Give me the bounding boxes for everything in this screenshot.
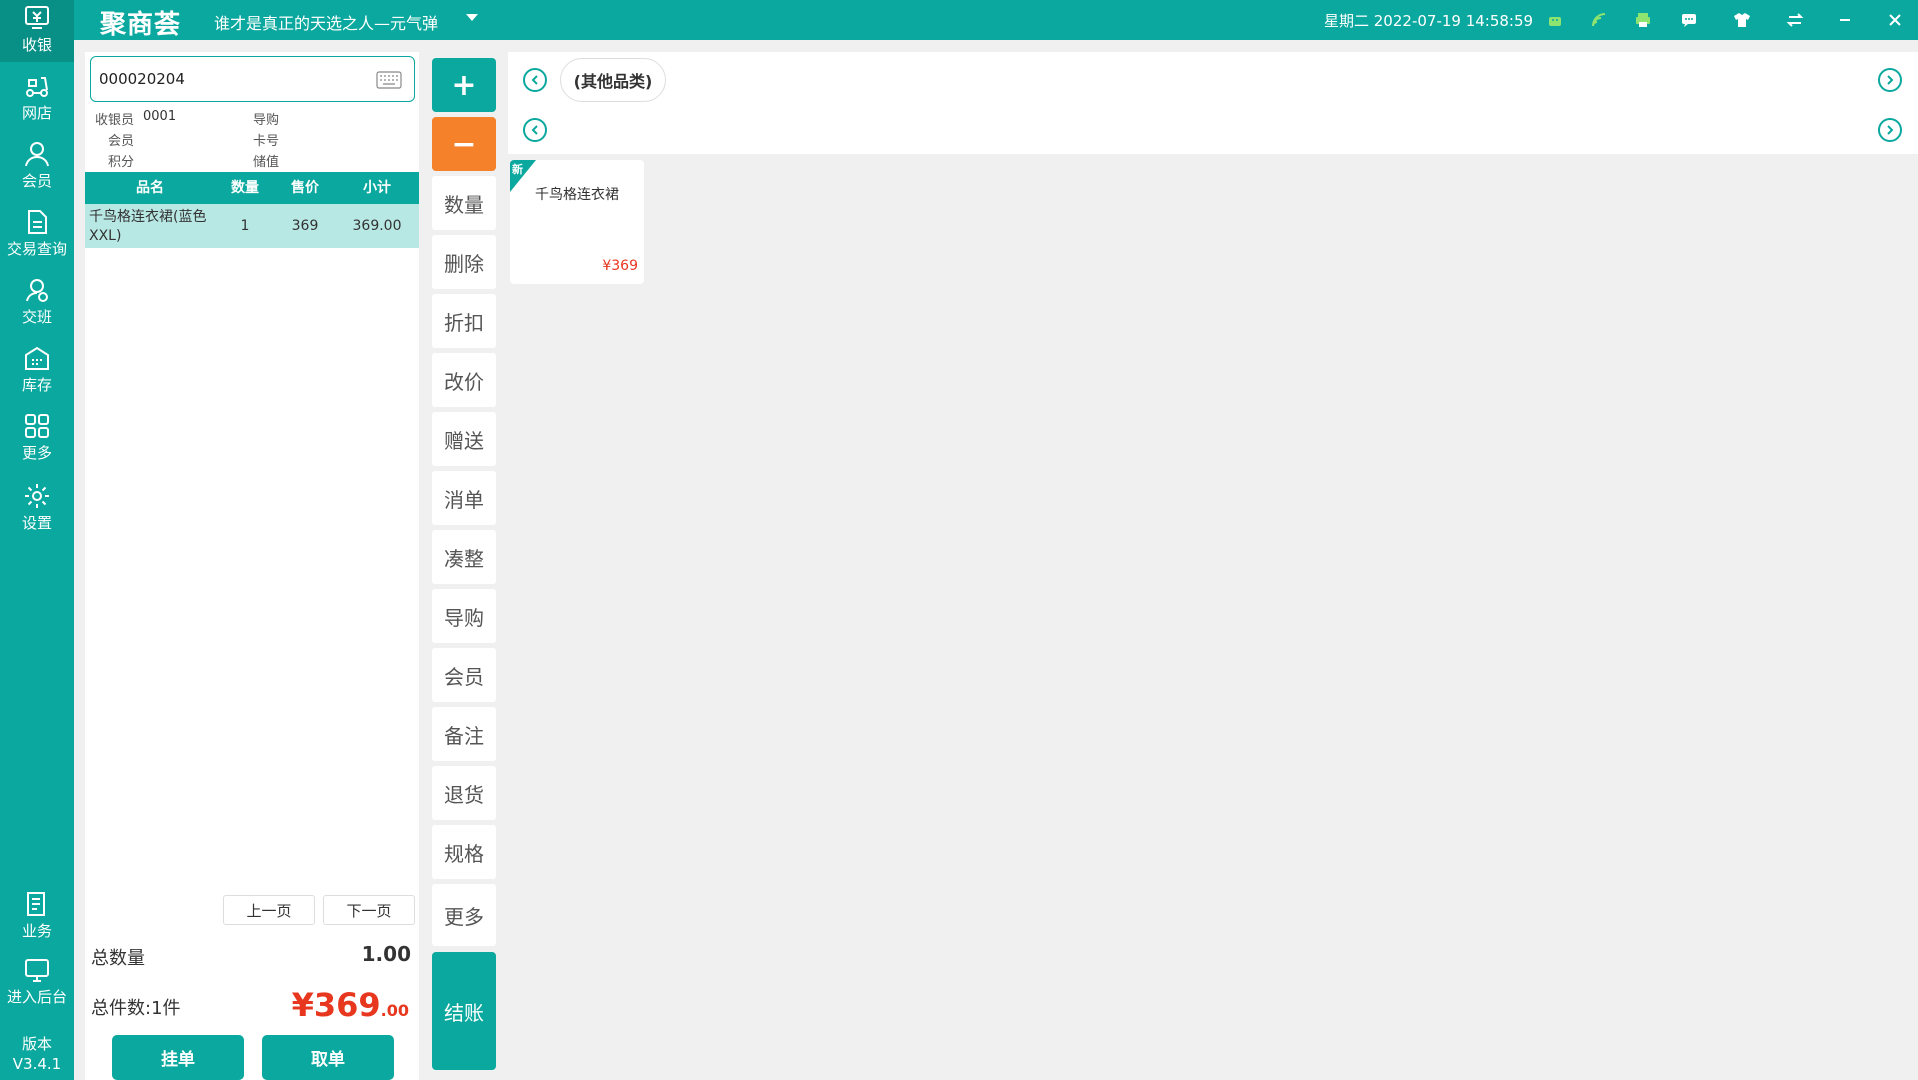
message-icon[interactable] xyxy=(1678,9,1700,31)
category-prev-button[interactable] xyxy=(523,68,547,92)
datetime: 星期二 2022-07-19 14:58:59 xyxy=(1324,12,1534,30)
stored-value-label: 储值 xyxy=(253,155,280,170)
cashier-icon xyxy=(25,6,49,29)
product-name: 千鸟格连衣裙 xyxy=(535,187,619,203)
hold-order-button[interactable]: 挂单 xyxy=(112,1035,244,1080)
document-icon xyxy=(28,210,47,234)
category-bar: (其他品类) xyxy=(508,52,1918,154)
guide-button[interactable]: 导购 xyxy=(432,589,496,643)
slogan-selector[interactable]: 谁才是真正的天选之人—元气弹 xyxy=(214,10,438,34)
minimize-icon[interactable] xyxy=(1834,9,1856,31)
version-info: 版本 V3.4.1 xyxy=(12,1035,62,1073)
warehouse-icon xyxy=(25,346,49,370)
points-label: 积分 xyxy=(108,155,135,170)
col-name: 品名 xyxy=(136,180,164,196)
user-icon xyxy=(25,142,49,167)
left-nav: 收银 网店 会员 交易查询 交班 库存 更多 设置 业务 进入后台 版本 V3.… xyxy=(0,0,74,1080)
col-qty: 数量 xyxy=(231,180,259,196)
next-page-button[interactable]: 下一页 xyxy=(323,895,415,925)
cashier-value: 0001 xyxy=(143,109,177,124)
monitor-icon xyxy=(25,959,49,982)
nav-item-cashier[interactable]: 收银 xyxy=(0,0,74,62)
chevron-right-icon xyxy=(1887,75,1894,85)
nav-item-member[interactable]: 会员 xyxy=(0,140,74,202)
note-button[interactable]: 备注 xyxy=(432,707,496,761)
nav-item-online-store[interactable]: 网店 xyxy=(0,72,74,134)
total-qty-value: 1.00 xyxy=(361,942,411,966)
return-button[interactable]: 退货 xyxy=(432,766,496,820)
app-logo: 聚商荟 xyxy=(100,10,182,40)
total-qty-label: 总数量 xyxy=(91,948,145,969)
gift-button[interactable]: 赠送 xyxy=(432,412,496,466)
card-label: 卡号 xyxy=(253,134,280,149)
col-price: 售价 xyxy=(291,180,319,196)
printer-icon[interactable] xyxy=(1632,9,1654,31)
spec-button[interactable]: 规格 xyxy=(432,825,496,879)
cashier-label: 收银员 xyxy=(95,113,135,128)
row-subtotal: 369.00 xyxy=(352,218,402,234)
nav-item-settings[interactable]: 设置 xyxy=(0,482,74,544)
discount-button[interactable]: 折扣 xyxy=(432,294,496,348)
more-actions-button[interactable]: 更多 xyxy=(432,884,496,946)
prev-page-button[interactable]: 上一页 xyxy=(223,895,315,925)
chevron-down-icon[interactable] xyxy=(466,14,478,21)
subcategory-prev-button[interactable] xyxy=(523,118,547,142)
shift-icon xyxy=(26,279,48,302)
keyboard-icon[interactable] xyxy=(376,71,402,89)
retrieve-order-button[interactable]: 取单 xyxy=(262,1035,394,1080)
qty-button[interactable]: 数量 xyxy=(432,176,496,230)
round-off-button[interactable]: 凑整 xyxy=(432,530,496,584)
product-card[interactable]: 新 千鸟格连衣裙 ¥369 xyxy=(510,160,644,284)
wifi-icon[interactable] xyxy=(1588,9,1610,31)
chevron-right-icon xyxy=(1887,125,1894,135)
category-chip[interactable]: (其他品类) xyxy=(560,58,666,102)
new-badge-label: 新 xyxy=(512,163,523,176)
row-name: 千鸟格连衣裙(蓝色XXL) xyxy=(89,209,207,244)
top-bar: 聚商荟 谁才是真正的天选之人—元气弹 星期二 2022-07-19 14:58:… xyxy=(74,0,1918,40)
close-icon[interactable] xyxy=(1884,9,1906,31)
guide-label: 导购 xyxy=(253,113,280,128)
nav-item-more[interactable]: 更多 xyxy=(0,412,74,474)
gear-icon xyxy=(25,484,49,508)
book-icon xyxy=(27,892,45,916)
chevron-left-icon xyxy=(531,125,538,135)
chevron-left-icon xyxy=(531,75,538,85)
product-price: ¥369 xyxy=(602,258,638,274)
nav-item-shift[interactable]: 交班 xyxy=(0,276,74,338)
nav-item-transactions[interactable]: 交易查询 xyxy=(0,208,74,270)
nav-item-backend[interactable]: 进入后台 xyxy=(0,956,74,1018)
total-items-label: 总件数:1件 xyxy=(91,998,181,1019)
member-label: 会员 xyxy=(108,134,135,149)
delete-button[interactable]: 删除 xyxy=(432,235,496,289)
col-subtotal: 小计 xyxy=(363,180,391,196)
switch-icon[interactable] xyxy=(1784,9,1806,31)
table-row[interactable]: 千鸟格连衣裙(蓝色XXL) 1 369 369.00 xyxy=(85,204,419,248)
grid-icon xyxy=(25,414,49,438)
nav-item-inventory[interactable]: 库存 xyxy=(0,344,74,406)
nav-item-business[interactable]: 业务 xyxy=(0,890,74,952)
shirt-icon[interactable] xyxy=(1731,9,1753,31)
cart-table-header: 品名 数量 售价 小计 xyxy=(85,172,419,204)
category-next-button[interactable] xyxy=(1878,68,1902,92)
cart-panel: 收银员 0001 导购 会员 卡号 积分 储值 品名 数量 售价 小计 千鸟格连… xyxy=(85,52,419,1080)
increase-qty-button[interactable]: + xyxy=(432,58,496,112)
barcode-input[interactable] xyxy=(99,67,369,91)
void-order-button[interactable]: 消单 xyxy=(432,471,496,525)
android-icon[interactable] xyxy=(1544,9,1566,31)
change-price-button[interactable]: 改价 xyxy=(432,353,496,407)
total-amount: ¥369.00 xyxy=(291,986,409,1024)
row-price: 369 xyxy=(291,218,319,234)
row-qty: 1 xyxy=(240,218,250,234)
checkout-button[interactable]: 结账 xyxy=(432,952,496,1070)
decrease-qty-button[interactable]: − xyxy=(432,117,496,171)
subcategory-next-button[interactable] xyxy=(1878,118,1902,142)
scooter-icon xyxy=(26,77,48,97)
member-button[interactable]: 会员 xyxy=(432,648,496,702)
barcode-search-box[interactable] xyxy=(90,56,415,102)
